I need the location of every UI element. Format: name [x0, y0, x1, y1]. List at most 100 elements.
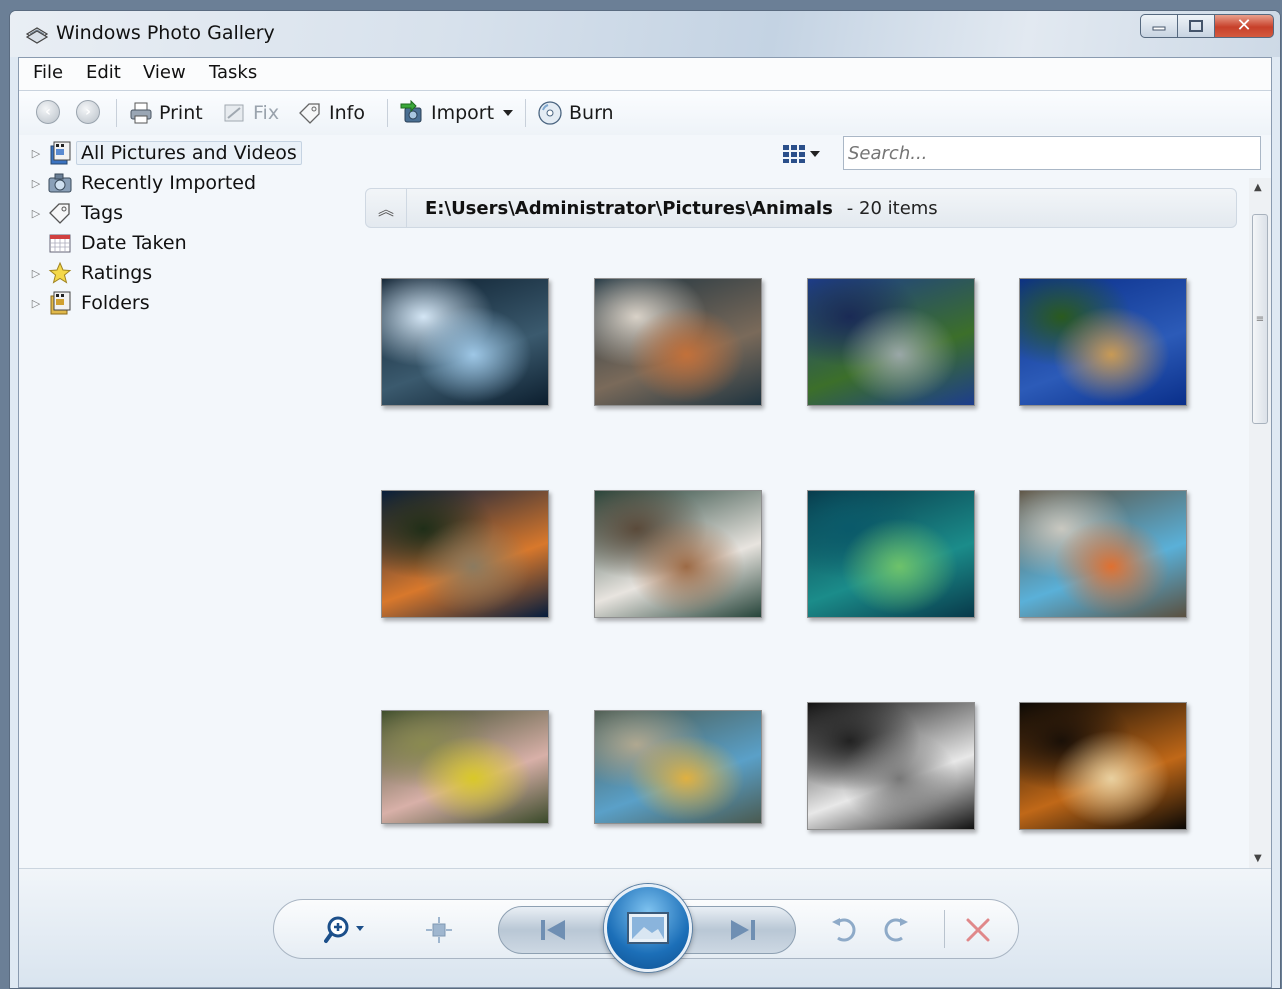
search-input[interactable]	[843, 136, 1261, 170]
tree-item-recently-imported[interactable]: ▷ Recently Imported	[29, 168, 349, 198]
close-button[interactable]: ✕	[1214, 14, 1274, 38]
burn-button[interactable]: Burn	[537, 91, 614, 135]
tree-item-date-taken[interactable]: Date Taken	[29, 228, 349, 258]
tree-item-folders[interactable]: ▷ Folders	[29, 288, 349, 318]
fix-label: Fix	[253, 102, 280, 124]
app-window: Windows Photo Gallery ✕ File Edit View T…	[9, 10, 1281, 989]
next-icon	[731, 920, 755, 940]
window-title: Windows Photo Gallery	[56, 22, 275, 44]
expand-arrow-icon[interactable]: ▷	[29, 147, 43, 160]
tree-label: All Pictures and Videos	[76, 141, 302, 165]
print-button[interactable]: Print	[129, 91, 203, 135]
photo-thumbnail-school-of-fish[interactable]	[807, 490, 975, 618]
forward-arrow-icon: ›	[85, 104, 91, 120]
vertical-scrollbar[interactable]: ▲ ≡ ▼	[1249, 178, 1271, 868]
info-button[interactable]: Info	[297, 91, 365, 135]
rotate-right-button[interactable]	[882, 916, 910, 944]
previous-button[interactable]	[539, 917, 569, 943]
group-folder-path: E:\Users\Administrator\Pictures\Animals	[425, 197, 833, 219]
separator	[944, 910, 945, 948]
minimize-button[interactable]	[1140, 14, 1178, 38]
expand-arrow-icon[interactable]: ▷	[29, 177, 43, 190]
photo-thumbnail-yellow-fish-blur[interactable]	[381, 710, 549, 824]
tree-label: Tags	[81, 202, 124, 224]
photo-thumbnail-lionfish[interactable]	[381, 490, 549, 618]
bottom-control-bar	[19, 868, 1271, 987]
photo-gallery-icon	[25, 27, 49, 44]
menu-file[interactable]: File	[33, 62, 63, 83]
close-icon: ✕	[1236, 15, 1252, 36]
calendar-icon	[49, 234, 71, 253]
menu-view[interactable]: View	[143, 62, 186, 83]
maximize-button[interactable]	[1177, 14, 1215, 38]
menu-tasks[interactable]: Tasks	[209, 62, 257, 83]
photo-thumbnail-striped-fish-reef[interactable]	[594, 710, 762, 824]
thumbnail-grid-icon	[783, 145, 805, 163]
tree-label: Recently Imported	[81, 172, 257, 194]
menu-bar: File Edit View Tasks	[19, 58, 1271, 91]
photo-thumbnail-seahorse[interactable]	[381, 278, 549, 406]
pictures-icon	[50, 141, 71, 165]
fix-button[interactable]: Fix	[223, 91, 279, 135]
import-icon	[400, 100, 422, 123]
chevron-down-icon	[810, 151, 820, 157]
control-pill	[273, 884, 1019, 972]
printer-icon	[130, 102, 152, 124]
minimize-icon	[1152, 26, 1166, 31]
tree-label: Folders	[81, 292, 150, 314]
photo-thumbnail-calico-cat[interactable]	[594, 490, 762, 618]
burn-label: Burn	[569, 102, 614, 124]
client-area: File Edit View Tasks ‹ › Print Fix Info …	[18, 57, 1272, 988]
actual-size-icon	[426, 917, 452, 943]
zoom-button[interactable]	[324, 914, 368, 946]
import-label: Import	[431, 102, 495, 124]
menu-edit[interactable]: Edit	[86, 62, 121, 83]
view-options-button[interactable]	[782, 144, 821, 164]
group-header[interactable]: ︽ E:\Users\Administrator\Pictures\Animal…	[365, 188, 1237, 228]
camera-icon	[48, 173, 72, 193]
tree-label: Ratings	[81, 262, 153, 284]
photo-thumbnail-cat-window-bw[interactable]	[807, 702, 975, 830]
navigation-pane: ▷ All Pictures and Videos ▷ Recently Imp…	[29, 138, 349, 318]
scroll-down-icon[interactable]: ▼	[1254, 853, 1262, 864]
scrollbar-thumb[interactable]: ≡	[1252, 214, 1268, 424]
disc-icon	[538, 101, 562, 125]
expand-arrow-icon[interactable]: ▷	[29, 297, 43, 310]
scroll-up-icon[interactable]: ▲	[1254, 182, 1262, 193]
toolbar: ‹ › Print Fix Info Import Burn	[19, 91, 1271, 135]
slideshow-icon	[627, 912, 669, 944]
delete-button[interactable]	[964, 916, 992, 944]
rotate-left-button[interactable]	[830, 916, 858, 944]
tree-item-tags[interactable]: ▷ Tags	[29, 198, 349, 228]
group-item-count: - 20 items	[846, 197, 938, 219]
tree-label: Date Taken	[81, 232, 187, 254]
maximize-icon	[1189, 20, 1203, 32]
expand-arrow-icon[interactable]: ▷	[29, 207, 43, 220]
photo-thumbnail-scorpionfish[interactable]	[594, 278, 762, 406]
photo-thumbnail-pufferfish[interactable]	[807, 278, 975, 406]
forward-button[interactable]: ›	[76, 100, 100, 124]
collapse-group-icon[interactable]: ︽	[366, 189, 407, 227]
actual-size-button[interactable]	[424, 916, 454, 944]
photo-thumbnail-dogs-silhouette[interactable]	[1019, 702, 1187, 830]
tree-item-all-pictures[interactable]: ▷ All Pictures and Videos	[29, 138, 349, 168]
star-icon	[48, 261, 72, 284]
import-button[interactable]: Import	[399, 91, 514, 135]
fix-icon	[224, 104, 244, 122]
tree-item-ratings[interactable]: ▷ Ratings	[29, 258, 349, 288]
print-label: Print	[159, 102, 203, 124]
back-button[interactable]: ‹	[36, 100, 60, 124]
folder-icon	[50, 291, 71, 315]
title-bar: Windows Photo Gallery ✕	[10, 11, 1280, 57]
photo-thumbnail-clownfish-anemone[interactable]	[1019, 278, 1187, 406]
info-label: Info	[329, 102, 365, 124]
expand-arrow-icon[interactable]: ▷	[29, 267, 43, 280]
delete-icon	[966, 918, 990, 942]
tag-icon	[49, 203, 70, 224]
next-button[interactable]	[727, 917, 757, 943]
slideshow-button[interactable]	[604, 884, 692, 972]
back-arrow-icon: ‹	[45, 104, 51, 120]
zoom-icon	[324, 916, 364, 943]
tag-info-icon	[299, 103, 320, 124]
photo-thumbnail-parrotfish[interactable]	[1019, 490, 1187, 618]
